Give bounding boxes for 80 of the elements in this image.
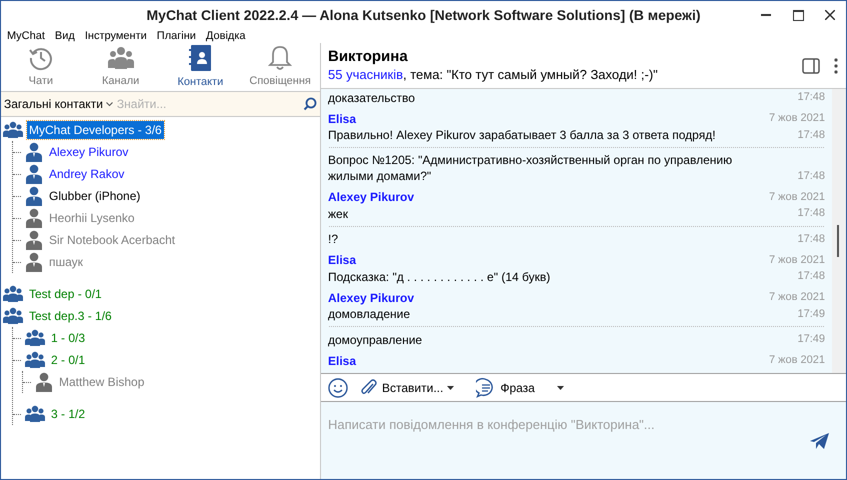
- minimize-icon: [761, 14, 771, 16]
- nav-tab[interactable]: Канали: [80, 43, 160, 91]
- side-panel-icon[interactable]: [802, 58, 820, 74]
- group-label[interactable]: Test dep.3 - 1/6: [27, 307, 114, 325]
- message-date: 7 жов 2021: [768, 353, 825, 368]
- message-date: 7 жов 2021: [768, 111, 825, 126]
- message-time: 17:48: [797, 128, 825, 142]
- message-date: 7 жов 2021: [768, 290, 825, 306]
- menu-item[interactable]: Довідка: [206, 28, 246, 44]
- send-icon[interactable]: [810, 433, 829, 450]
- search-icon[interactable]: [303, 97, 317, 111]
- more-icon[interactable]: [834, 58, 838, 74]
- message-text: жек: [328, 206, 348, 222]
- message-text: !?: [328, 231, 338, 247]
- phrase-button[interactable]: Фраза: [476, 378, 564, 398]
- message-input[interactable]: Написати повідомлення в конференцію "Викторина"...: [321, 402, 846, 479]
- message-text: домовладение: [328, 306, 410, 322]
- message-author[interactable]: Elisa: [328, 110, 356, 128]
- close-icon: [825, 10, 835, 20]
- contacts-dropdown[interactable]: Загальні контакти: [4, 95, 113, 113]
- message-time: 17:49: [797, 306, 825, 322]
- message-text: домоуправление: [328, 332, 422, 348]
- message-time: 17:48: [797, 206, 825, 221]
- caret-icon: [447, 386, 454, 390]
- message-author[interactable]: Elisa: [328, 352, 356, 370]
- nav-tab[interactable]: Сповіщення: [240, 43, 320, 91]
- contact-name[interactable]: Heorhii Lysenko: [47, 209, 137, 227]
- message-text: Вопрос №1205: "Административно-хозяйственный орган по управлению жилыми домами?": [328, 152, 734, 184]
- group-icon: [3, 307, 23, 325]
- window-title: MyChat Client 2022.2.4 — Alona Kutsenko [Network Software Solutions] (В мережі): [146, 6, 700, 25]
- address-book-icon: [188, 44, 212, 72]
- group-label[interactable]: 1 - 0/3: [49, 329, 88, 347]
- group-label[interactable]: 3 - 1/2: [49, 405, 88, 423]
- message-text: Подсказка: "д . . . . . . . . . . . . е" (14 букв): [328, 268, 550, 284]
- menu-item[interactable]: MyChat: [7, 28, 45, 44]
- caret-icon: [556, 386, 564, 390]
- group-label[interactable]: Test dep - 0/1: [27, 285, 104, 303]
- group-icon: [3, 121, 23, 139]
- search-field[interactable]: Загальні контакти Знайти...: [1, 91, 320, 117]
- contact-name[interactable]: Matthew Bishop: [57, 373, 146, 391]
- message-time: 17:49: [797, 332, 825, 347]
- group-label[interactable]: MyChat Developers - 3/6: [27, 121, 164, 139]
- menu-item[interactable]: Інструменти: [84, 28, 147, 44]
- message-time: 17:48: [797, 232, 825, 246]
- scrollbar-thumb[interactable]: [837, 225, 839, 257]
- message-date: 7 жов 2021: [768, 252, 825, 268]
- group-icon: [25, 405, 45, 423]
- menu-item[interactable]: Вид: [54, 28, 75, 44]
- maximize-icon: [792, 10, 804, 20]
- group-icon: [3, 285, 23, 303]
- members-link[interactable]: 55 учасників: [328, 67, 403, 82]
- message-date: 7 жов 2021: [768, 190, 825, 205]
- chat-topic: , тема: "Кто тут самый умный? Заходи! ;-)": [403, 67, 658, 82]
- nav-tab[interactable]: Контакти: [160, 43, 240, 91]
- contact-name[interactable]: Andrey Rakov: [47, 165, 126, 183]
- search-input[interactable]: Знайти...: [116, 95, 303, 113]
- message-author[interactable]: Alexey Pikurov: [328, 288, 414, 306]
- message-time: 17:48: [797, 168, 825, 184]
- group-icon: [25, 351, 45, 369]
- message-time: 17:48: [797, 269, 825, 284]
- group-icon: [25, 329, 45, 347]
- message-text: доказательство: [328, 90, 415, 106]
- contact-name[interactable]: Glubber (iPhone): [47, 187, 142, 205]
- group-label[interactable]: 2 - 0/1: [49, 351, 88, 369]
- message-text: Правильно! Alexey Pikurov зарабатывает 3 балла за 3 ответа подряд!: [328, 127, 716, 143]
- contact-name[interactable]: пшаук: [47, 253, 85, 271]
- message-author[interactable]: Alexey Pikurov: [328, 188, 414, 206]
- emoji-icon[interactable]: [328, 378, 348, 398]
- people-icon: [106, 44, 135, 71]
- message-time: 17:48: [797, 90, 825, 105]
- scrollbar[interactable]: [832, 89, 846, 373]
- menu-item[interactable]: Плагіни: [156, 28, 196, 44]
- contact-name[interactable]: Alexey Pikurov: [47, 143, 130, 161]
- chevron-down-icon: [106, 102, 113, 106]
- chat-title: Викторина: [328, 47, 409, 66]
- insert-button[interactable]: Вставити...: [360, 378, 454, 398]
- message-author[interactable]: Elisa: [328, 251, 356, 269]
- bell-icon: [268, 44, 292, 71]
- nav-tab[interactable]: Чати: [1, 43, 81, 91]
- contact-name[interactable]: Sir Notebook Acerbacht: [47, 231, 178, 249]
